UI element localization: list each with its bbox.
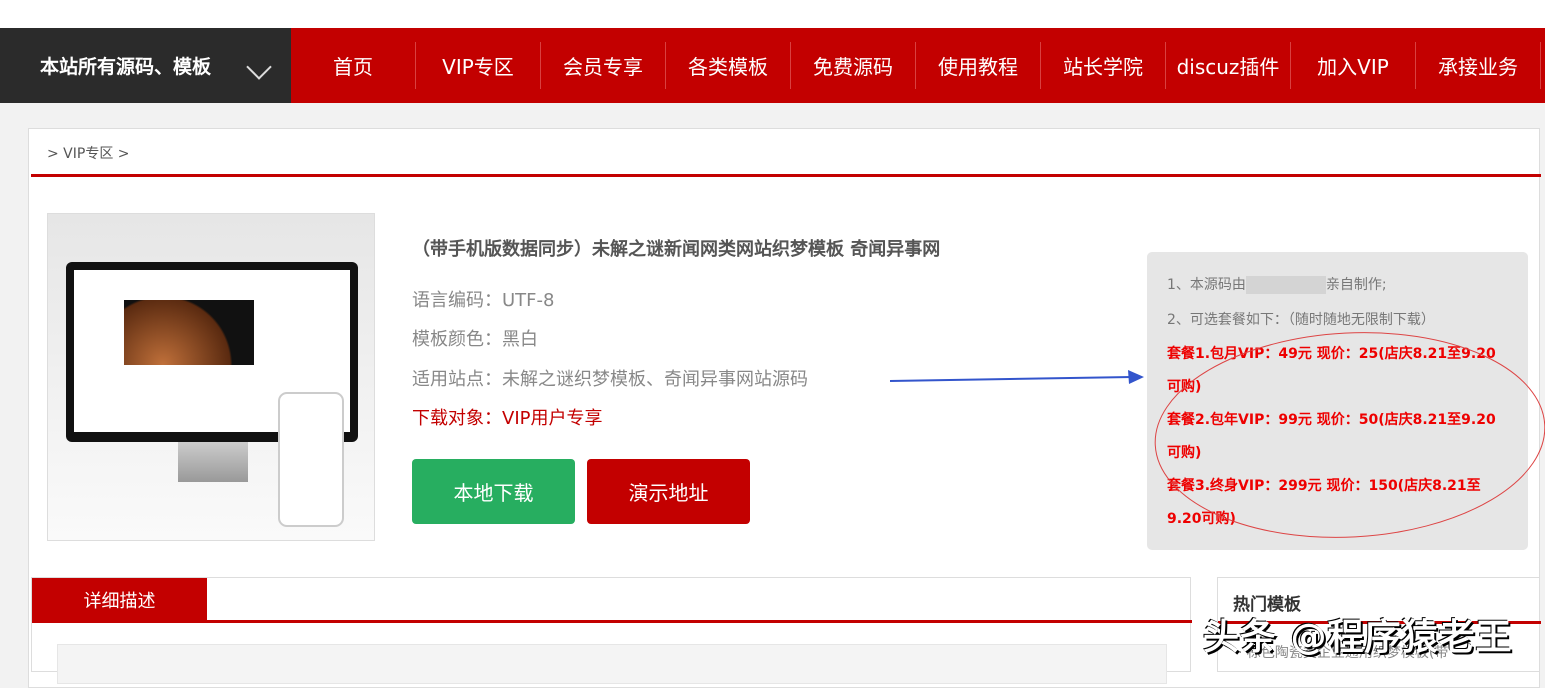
watermark: 头条 @程序猿老王 xyxy=(1203,608,1513,660)
arrow-head-icon xyxy=(1128,370,1144,384)
annotation-arrow xyxy=(890,377,1132,381)
annotation-ellipse xyxy=(1150,323,1545,547)
annotation-overlay xyxy=(0,0,1545,672)
